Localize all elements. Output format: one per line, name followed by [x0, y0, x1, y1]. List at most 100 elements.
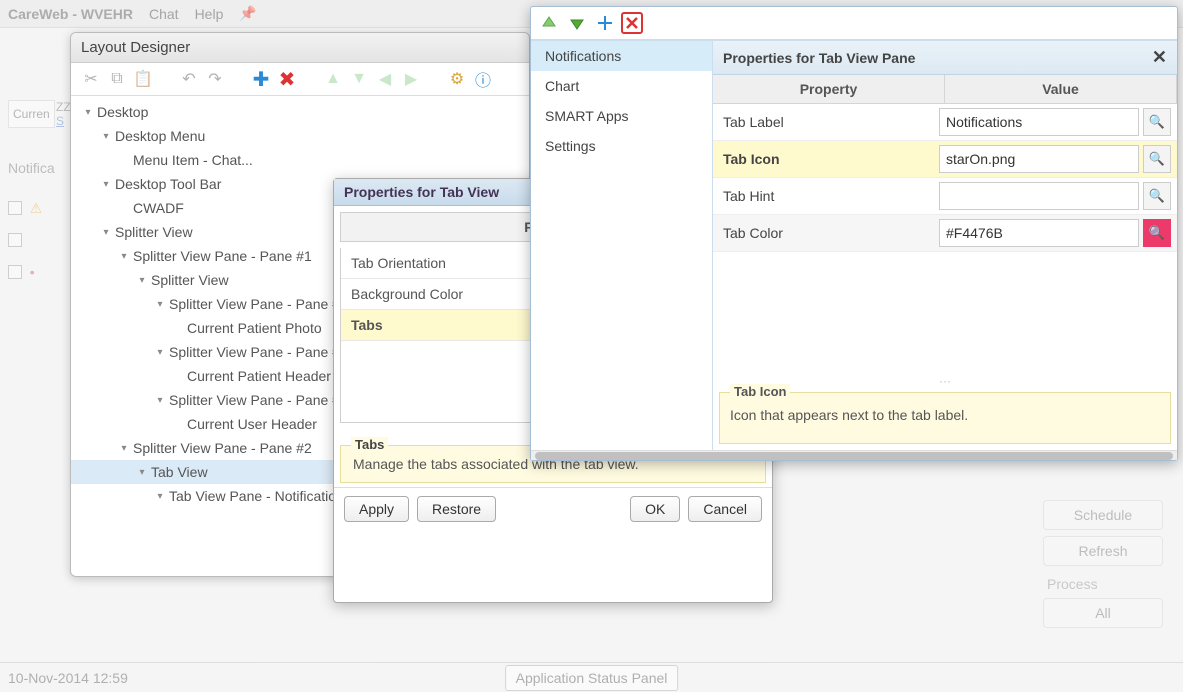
left-arrow-icon[interactable]: ◀ — [375, 69, 395, 89]
pane-down-icon[interactable] — [565, 11, 589, 35]
tree-item-label: Splitter View Pane - Pane # — [169, 296, 340, 312]
ok-button[interactable]: OK — [630, 496, 680, 522]
chevron-down-icon: ▾ — [81, 107, 95, 118]
tree-item-label: Current User Header — [187, 416, 317, 432]
apply-button[interactable]: Apply — [344, 496, 409, 522]
pane-value-input[interactable] — [939, 219, 1139, 247]
all-button[interactable]: All — [1043, 598, 1163, 628]
tabview-hint-title: Tabs — [351, 437, 388, 452]
tree-item-label: Splitter View Pane - Pane #2 — [133, 440, 312, 456]
chevron-down-icon: ▾ — [117, 251, 131, 262]
cut-icon[interactable]: ✂ — [81, 69, 101, 89]
right-arrow-icon[interactable]: ▶ — [401, 69, 421, 89]
pane-list-item[interactable]: Chart — [531, 71, 712, 101]
tree-item-label: Splitter View Pane - Pane #1 — [133, 248, 312, 264]
undo-icon[interactable]: ↶ — [179, 69, 199, 89]
process-label: Process — [1047, 576, 1163, 592]
chevron-down-icon: ▾ — [153, 347, 167, 358]
pane-prop-label: Tab Color — [713, 217, 933, 249]
menu-chat[interactable]: Chat — [149, 6, 179, 22]
pane-prop-label: Tab Icon — [713, 143, 933, 175]
cancel-button[interactable]: Cancel — [688, 496, 762, 522]
chevron-down-icon: ▾ — [99, 131, 113, 142]
restore-button[interactable]: Restore — [417, 496, 496, 522]
pane-property-row: Tab Hint 🔍 — [713, 178, 1177, 215]
tree-item[interactable]: ▾Desktop — [71, 100, 529, 124]
pane-list-item[interactable]: SMART Apps — [531, 101, 712, 131]
pane-delete-icon[interactable] — [621, 12, 643, 34]
pane-up-icon[interactable] — [537, 11, 561, 35]
search-icon[interactable]: 🔍 — [1143, 108, 1171, 136]
header-checkbox[interactable] — [8, 201, 22, 215]
pin-icon[interactable]: 📌 — [239, 5, 256, 22]
search-icon[interactable]: 🔍 — [1143, 182, 1171, 210]
search-icon[interactable]: 🔍 — [1143, 219, 1171, 247]
pane-list-item[interactable]: Notifications — [531, 41, 712, 71]
pane-hint: Tab Icon Icon that appears next to the t… — [719, 392, 1171, 444]
tree-item-label: Menu Item - Chat... — [133, 152, 253, 168]
pane-hscrollbar[interactable] — [531, 450, 1177, 460]
s-link[interactable]: S — [56, 114, 71, 128]
menu-help[interactable]: Help — [195, 6, 224, 22]
pane-value-input[interactable] — [939, 108, 1139, 136]
info-icon[interactable]: ⓘ — [473, 69, 493, 89]
tree-item-label: Splitter View — [151, 272, 229, 288]
chevron-down-icon: ▾ — [153, 299, 167, 310]
pane-value-input[interactable] — [939, 145, 1139, 173]
app-title: CareWeb - WVEHR — [8, 6, 133, 22]
down-arrow-icon[interactable]: ▼ — [349, 69, 369, 89]
chevron-down-icon: ▾ — [99, 179, 113, 190]
tree-item-label: Desktop — [97, 104, 148, 120]
pane-prop-label: Tab Label — [713, 106, 933, 138]
paste-icon[interactable]: 📋 — [133, 69, 153, 89]
layout-designer-title: Layout Designer — [71, 33, 529, 63]
tree-item-label: Desktop Menu — [115, 128, 205, 144]
tree-item-label: Desktop Tool Bar — [115, 176, 221, 192]
pane-add-icon[interactable] — [593, 11, 617, 35]
redo-icon[interactable]: ↷ — [205, 69, 225, 89]
search-icon[interactable]: 🔍 — [1143, 145, 1171, 173]
tree-item-label: Current Patient Photo — [187, 320, 322, 336]
status-panel-button[interactable]: Application Status Panel — [505, 665, 679, 691]
refresh-button[interactable]: Refresh — [1043, 536, 1163, 566]
pane-col-property: Property — [713, 75, 945, 103]
schedule-button[interactable]: Schedule — [1043, 500, 1163, 530]
dot-icon: • — [30, 264, 35, 280]
tree-item[interactable]: Menu Item - Chat... — [71, 148, 529, 172]
tree-item-label: Splitter View — [115, 224, 193, 240]
pane-property-row: Tab Label 🔍 — [713, 104, 1177, 141]
copy-icon[interactable]: ⧉ — [107, 69, 127, 89]
chevron-down-icon: ▾ — [135, 275, 149, 286]
tree-item[interactable]: ▾Desktop Menu — [71, 124, 529, 148]
pane-list: NotificationsChartSMART AppsSettings — [531, 41, 713, 450]
pane-property-row: Tab Icon 🔍 — [713, 141, 1177, 178]
tree-item-label: Tab View — [151, 464, 208, 480]
up-arrow-icon[interactable]: ▲ — [323, 69, 343, 89]
chevron-down-icon: ▾ — [135, 467, 149, 478]
tree-item-label: Tab View Pane - Notificatio — [169, 488, 336, 504]
tree-item-label: Current Patient Header — [187, 368, 331, 384]
row-checkbox-1[interactable] — [8, 233, 22, 247]
warning-icon: ⚠ — [30, 200, 43, 217]
chevron-down-icon: ▾ — [153, 491, 167, 502]
pane-hint-title: Tab Icon — [730, 384, 790, 399]
add-icon[interactable]: ✚ — [251, 69, 271, 89]
pane-property-row: Tab Color 🔍 — [713, 215, 1177, 252]
pane-hint-text: Icon that appears next to the tab label. — [730, 407, 968, 423]
tabviewpane-properties-panel: NotificationsChartSMART AppsSettings Pro… — [530, 6, 1178, 461]
pane-value-input[interactable] — [939, 182, 1139, 210]
pane-grid-body: Tab Label 🔍 Tab Icon 🔍 Tab Hint 🔍 Tab Color 🔍 — [713, 104, 1177, 374]
close-icon[interactable]: ✕ — [1152, 47, 1167, 68]
gear-icon[interactable]: ⚙ — [447, 69, 467, 89]
delete-icon[interactable]: ✖ — [277, 69, 297, 89]
layout-designer-toolbar: ✂ ⧉ 📋 ↶ ↷ ✚ ✖ ▲ ▼ ◀ ▶ ⚙ ⓘ — [71, 63, 529, 96]
chevron-down-icon: ▾ — [99, 227, 113, 238]
tree-item-label: Splitter View Pane - Pane # — [169, 344, 340, 360]
pane-prop-label: Tab Hint — [713, 180, 933, 212]
zz-label: ZZ — [56, 100, 71, 114]
pane-properties-title: Properties for Tab View Pane — [723, 50, 915, 66]
tree-item-label: Splitter View Pane - Pane # — [169, 392, 340, 408]
pane-list-item[interactable]: Settings — [531, 131, 712, 161]
chevron-down-icon: ▾ — [117, 443, 131, 454]
row-checkbox-2[interactable] — [8, 265, 22, 279]
